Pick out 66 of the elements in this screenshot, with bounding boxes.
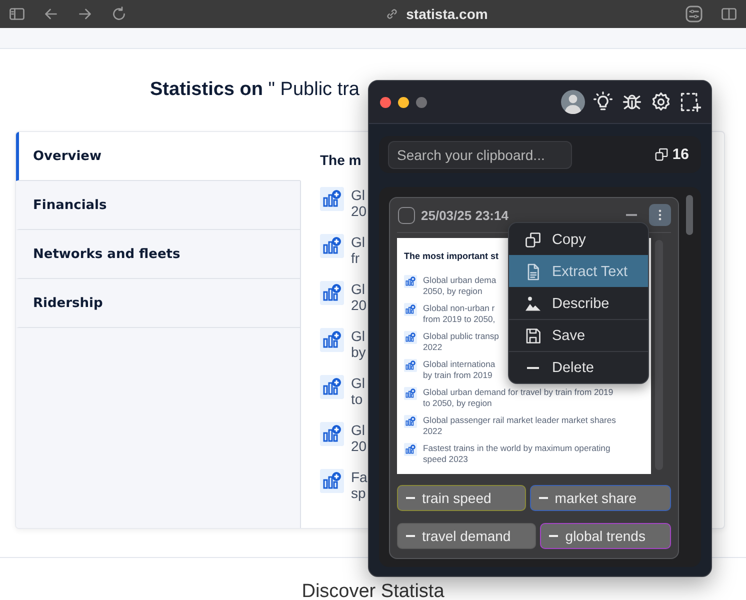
tag[interactable]: travel demand	[397, 523, 536, 549]
settings-icon[interactable]	[650, 91, 672, 113]
chart-icon	[320, 187, 344, 211]
copy-icon	[524, 230, 542, 248]
tag[interactable]: global trends	[540, 523, 672, 549]
sidebar-tab[interactable]: Ridership	[16, 279, 300, 328]
zoom-button[interactable]	[416, 96, 427, 108]
preview-heading: The most important st	[404, 251, 499, 261]
chart-icon	[320, 234, 344, 258]
preview-text: Global urban dema 2050, by region	[423, 275, 496, 297]
statistic-link[interactable]: Gl 20	[351, 281, 367, 313]
chart-icon	[320, 422, 344, 446]
avatar-icon[interactable]	[561, 90, 585, 114]
statistic-link[interactable]: Gl 20	[351, 187, 367, 219]
chart-icon	[320, 469, 344, 493]
section-heading: The m	[320, 152, 362, 168]
chart-icon	[320, 281, 344, 305]
sidebar-tab[interactable]: Networks and fleets	[16, 230, 300, 279]
split-view-icon[interactable]	[720, 5, 738, 23]
sidebar-icon[interactable]	[8, 5, 26, 23]
chart-icon	[320, 375, 344, 399]
image-icon	[524, 294, 542, 312]
chart-icon	[404, 415, 417, 428]
search-field[interactable]: Search your clipboard...	[388, 140, 572, 168]
timestamp: 25/03/25 23:14	[421, 208, 508, 222]
reload-icon[interactable]	[110, 5, 128, 23]
copy-icon	[654, 147, 670, 162]
chart-icon	[404, 303, 417, 316]
preview-text: Global public transp 2022	[423, 331, 499, 353]
preview-text: Global non-urban r from 2019 to 2050,	[423, 303, 496, 325]
chart-icon	[404, 387, 417, 400]
chart-icon	[320, 328, 344, 352]
chart-icon	[404, 359, 417, 372]
chart-icon	[404, 443, 417, 456]
minus-icon	[527, 366, 539, 368]
sidebar-tab[interactable]: Financials	[16, 181, 300, 230]
more-button[interactable]	[649, 204, 671, 226]
preview-text: Global internationa by train from 2019	[423, 359, 496, 381]
statistic-link[interactable]: Gl to	[351, 375, 365, 407]
minimize-button[interactable]	[398, 96, 409, 108]
chart-icon	[404, 331, 417, 344]
tag[interactable]: train speed	[397, 485, 526, 511]
close-button[interactable]	[380, 96, 391, 108]
scrollbar[interactable]	[686, 195, 693, 235]
menu-item[interactable]: Save	[509, 319, 648, 351]
footer-heading: Discover Statista	[300, 580, 446, 600]
item-count: 16	[672, 146, 689, 163]
menu-item[interactable]: Describe	[509, 287, 648, 319]
preview-text: Global urban demand for travel by train from 2019 to 2050, by region	[423, 387, 614, 409]
page-title: Statistics on " Public tra	[150, 79, 360, 101]
preview-text: Fastest trains in the world by maximum operating speed 2023	[423, 443, 610, 465]
statistic-link[interactable]: Gl by	[351, 328, 366, 360]
menu-item[interactable]: Extract Text	[509, 255, 648, 287]
statistic-link[interactable]: Gl fr	[351, 234, 365, 266]
statistic-link[interactable]: Gl 20	[351, 422, 367, 454]
chart-icon	[404, 275, 417, 288]
address-bar[interactable]: statista.com	[406, 6, 488, 22]
checkbox[interactable]	[398, 206, 415, 224]
lightbulb-icon[interactable]	[592, 91, 614, 113]
menu-item[interactable]: Copy	[509, 223, 648, 255]
menu-item[interactable]: Delete	[509, 351, 648, 383]
preview-text: Global passenger rail market leader market shares 2022	[423, 415, 616, 437]
tag[interactable]: market share	[530, 485, 672, 511]
selection-icon[interactable]	[679, 91, 701, 113]
sidebar-tab[interactable]: Overview	[16, 132, 301, 181]
statistic-link[interactable]: Fa sp	[351, 469, 368, 501]
